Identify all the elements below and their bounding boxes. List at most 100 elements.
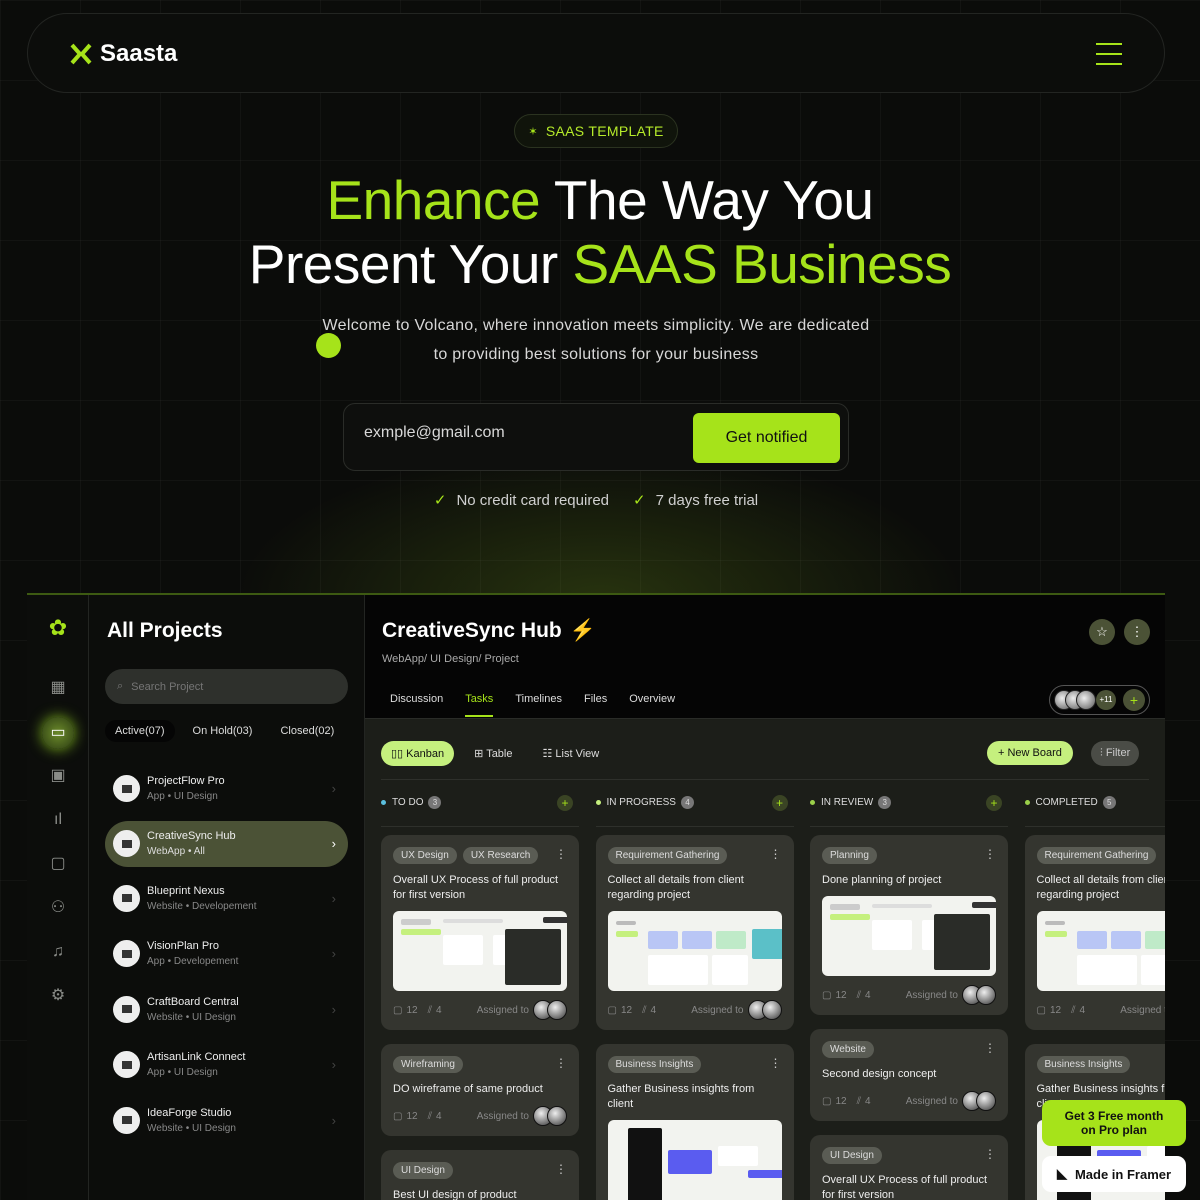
chevron-right-icon[interactable]: › [332,1057,336,1072]
more-icon[interactable]: ⋮ [770,1056,782,1070]
project-thumbnail [113,995,140,1023]
card-title: Gather Business insights from client [607,1083,755,1110]
view-table[interactable]: ⊞ Table [464,741,522,766]
card-title: Second design concept [822,1068,937,1080]
column-count: 3 [428,796,442,809]
search-input[interactable] [131,680,274,693]
card-screenshot [607,911,782,991]
task-card[interactable]: Requirement Gathering⋮Collect all detail… [1024,835,1165,1030]
chat-icon[interactable]: ▢ [47,853,69,875]
column-name: COMPLETED [1035,797,1098,808]
more-icon[interactable]: ⋮ [555,1162,567,1176]
chevron-right-icon[interactable]: › [332,891,336,906]
project-item[interactable]: ProjectFlow Pro App • UI Design › [105,761,348,817]
more-icon[interactable]: ⋮ [555,847,567,861]
kanban-column: IN REVIEW 3 + Planning ⋮ Done planning of pro… [810,794,1008,1200]
project-meta: Website • UI Design [147,1123,236,1134]
tab-files[interactable]: Files [584,693,607,717]
add-task-icon[interactable]: + [557,794,573,811]
assignee-avatars[interactable] [533,1000,567,1020]
project-name: VisionPlan Pro [147,940,219,953]
chevron-right-icon[interactable]: › [332,1002,336,1017]
comment-icon: ▢ [1036,1004,1046,1016]
kanban-icon: ▯▯ [391,748,407,760]
more-icon[interactable]: ⋮ [984,1041,996,1055]
task-card[interactable]: Requirement Gathering⋮Collect all detail… [595,835,794,1030]
menu-icon[interactable] [1096,43,1122,65]
assignee-avatars[interactable] [747,1000,782,1020]
project-item[interactable]: CraftBoard Central Website • UI Design › [105,982,348,1038]
task-card[interactable]: UI Design ⋮ Overall UX Process of full pro… [810,1135,1008,1200]
comment-count: 12 [406,1110,418,1122]
card-tags: Business Insights [607,1056,782,1073]
tab-overview[interactable]: Overview [629,693,675,717]
add-task-icon[interactable]: + [771,794,788,811]
get-notified-button[interactable]: Get notified [693,413,840,463]
view-label: List View [555,748,600,760]
logo[interactable]: Saasta [70,40,177,68]
more-icon[interactable]: ⋮ [1124,619,1150,645]
dashboard-icon[interactable]: ▦ [47,677,69,699]
more-icon[interactable]: ⋮ [555,1056,567,1070]
calendar-icon[interactable]: ▣ [47,765,69,787]
chevron-right-icon[interactable]: › [332,1113,336,1128]
promo-banner[interactable]: Get 3 Free month on Pro plan [1042,1100,1186,1146]
task-card[interactable]: UX Design UX Research ⋮ Overall UX Process … [381,835,579,1030]
task-card[interactable]: Business Insights ⋮ Gather Business insigh… [595,1044,794,1200]
separator-dot: • [164,1067,174,1079]
new-board-button[interactable]: + New Board [987,741,1073,765]
task-card[interactable]: Wireframing ⋮ DO wireframe of same product… [381,1044,579,1136]
view-list[interactable]: ☷ List View [532,741,609,766]
chart-icon[interactable]: ıl [47,809,69,831]
sparkle-icon: ✶ [528,125,538,138]
tab-discussion[interactable]: Discussion [390,693,443,717]
chevron-right-icon[interactable]: › [332,836,336,851]
assignee-avatars[interactable] [962,985,996,1005]
add-member-icon[interactable]: + [1123,689,1145,711]
more-icon[interactable]: ⋮ [770,847,782,861]
app-logo-icon: ✿ [48,615,68,640]
device-icon [121,1060,132,1069]
project-item[interactable]: Blueprint Nexus Website • Developement › [105,871,348,927]
task-card[interactable]: UI Design ⋮ Best UI design of product [381,1150,579,1200]
card-title: Overall UX Process of full product for f… [393,874,559,901]
filter-button[interactable]: ⫶ Filter [1091,741,1140,766]
filter-closed[interactable]: Closed(02) [270,720,344,742]
chevron-right-icon[interactable]: › [332,781,336,796]
chevron-right-icon[interactable]: › [332,946,336,961]
framer-label: Made in Framer [1074,1166,1172,1182]
assignee-avatars[interactable] [962,1091,996,1111]
view-kanban[interactable]: ▯▯ Kanban [381,741,455,766]
panel-title: All Projects [107,619,223,642]
comment-count: 12 [1049,1004,1062,1016]
folder-icon[interactable]: ▭ [42,717,74,749]
gear-icon[interactable]: ⚙ [47,985,69,1007]
more-icon[interactable]: ⋮ [984,847,996,861]
add-task-icon[interactable]: + [986,794,1002,811]
avatar [547,1106,567,1126]
project-item[interactable]: IdeaForge Studio Website • UI Design › [105,1093,348,1149]
bell-icon[interactable]: ♫ [47,941,69,963]
tag: Website [822,1041,874,1058]
users-icon[interactable]: ⚇ [47,897,69,919]
task-card[interactable]: Website ⋮ Second design concept ▢ 12 ⫽ 4 Assign… [810,1029,1008,1121]
project-thumbnail [113,830,140,857]
project-thumbnail [113,884,140,912]
filter-active[interactable]: Active(07) [105,720,175,742]
assignee-avatars[interactable] [533,1106,567,1126]
project-item[interactable]: VisionPlan Pro App • Developement › [105,926,348,982]
star-icon[interactable]: ☆ [1089,619,1115,645]
project-item[interactable]: CreativeSync Hub WebApp • All › [105,820,348,867]
headline-text: The Way You [540,169,874,231]
more-icon[interactable]: ⋮ [984,1147,996,1161]
filter-on-hold[interactable]: On Hold(03) [183,720,263,742]
tab-tasks[interactable]: Tasks [465,693,494,717]
email-input[interactable] [364,424,664,442]
project-item[interactable]: ArtisanLink Connect App • UI Design › [105,1037,348,1093]
member-avatars[interactable]: +11 + [1049,685,1150,715]
tab-timelines[interactable]: Timelines [515,693,562,717]
made-in-framer-badge[interactable]: ◣ Made in Framer [1042,1156,1186,1192]
task-card[interactable]: Planning ⋮ Done planning of project ▢ 12 ⫽ 4 As… [810,835,1008,1015]
project-category: UI Design [173,791,218,803]
assigned-label: Assigned to [905,1095,958,1107]
